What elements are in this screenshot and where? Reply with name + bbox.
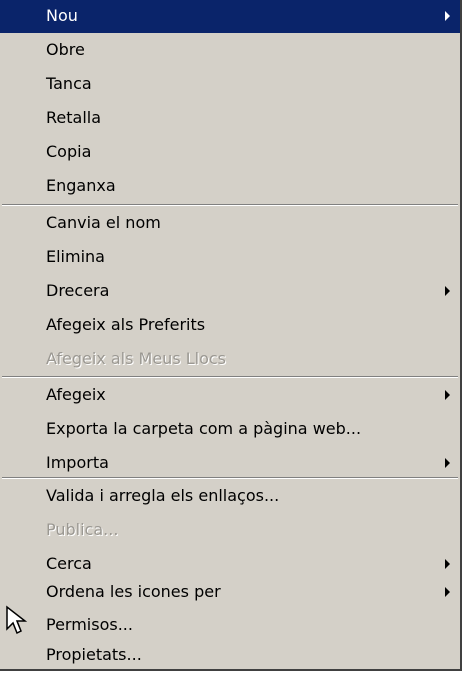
- menu-item-importa[interactable]: Importa: [0, 447, 460, 480]
- menu-item-label: Elimina: [46, 247, 105, 266]
- menu-separator: [2, 477, 458, 479]
- menu-item-label: Tanca: [46, 74, 92, 93]
- menu-item-canvia-el-nom[interactable]: Canvia el nom: [0, 207, 460, 240]
- context-menu: Nou Obre Tanca Retalla Copia Enganxa Can…: [0, 0, 462, 671]
- menu-item-label: Nou: [46, 6, 78, 25]
- menu-separator: [2, 376, 458, 378]
- menu-item-label: Retalla: [46, 108, 102, 127]
- menu-item-publica: Publica...: [0, 514, 460, 547]
- menu-item-obre[interactable]: Obre: [0, 34, 460, 67]
- menu-item-label: Ordena les icones per: [46, 582, 221, 601]
- menu-item-label: Propietats...: [46, 645, 142, 664]
- menu-item-label: Canvia el nom: [46, 213, 161, 232]
- menu-item-elimina[interactable]: Elimina: [0, 241, 460, 274]
- submenu-arrow-icon: [445, 390, 450, 400]
- submenu-arrow-icon: [445, 11, 450, 21]
- submenu-arrow-icon: [445, 559, 450, 569]
- menu-item-label: Copia: [46, 142, 92, 161]
- menu-item-ordena-icones[interactable]: Ordena les icones per: [0, 576, 460, 609]
- menu-item-exporta-carpeta[interactable]: Exporta la carpeta com a pàgina web...: [0, 413, 460, 446]
- menu-item-permisos[interactable]: Permisos...: [0, 609, 460, 642]
- menu-item-label: Afegeix als Meus Llocs: [46, 349, 227, 368]
- menu-separator: [2, 204, 458, 206]
- menu-item-label: Afegeix als Preferits: [46, 315, 206, 334]
- menu-item-afegeix-als-preferits[interactable]: Afegeix als Preferits: [0, 309, 460, 342]
- menu-item-copia[interactable]: Copia: [0, 136, 460, 169]
- menu-item-afegeix-als-meus-llocs: Afegeix als Meus Llocs: [0, 343, 460, 376]
- menu-item-label: Obre: [46, 40, 85, 59]
- menu-item-tanca[interactable]: Tanca: [0, 68, 460, 101]
- menu-item-nou[interactable]: Nou: [0, 0, 460, 33]
- submenu-arrow-icon: [445, 587, 450, 597]
- menu-item-label: Drecera: [46, 281, 110, 300]
- menu-item-label: Afegeix: [46, 385, 106, 404]
- menu-item-retalla[interactable]: Retalla: [0, 102, 460, 135]
- menu-item-label: Importa: [46, 453, 109, 472]
- submenu-arrow-icon: [445, 458, 450, 468]
- menu-item-enganxa[interactable]: Enganxa: [0, 170, 460, 203]
- menu-item-label: Permisos...: [46, 615, 133, 634]
- menu-item-valida-enllacos[interactable]: Valida i arregla els enllaços...: [0, 480, 460, 513]
- menu-item-propietats[interactable]: Propietats...: [0, 639, 460, 672]
- submenu-arrow-icon: [445, 286, 450, 296]
- menu-item-drecera[interactable]: Drecera: [0, 275, 460, 308]
- menu-item-label: Publica...: [46, 520, 119, 539]
- menu-item-afegeix[interactable]: Afegeix: [0, 379, 460, 412]
- mouse-cursor-icon: [6, 605, 28, 635]
- menu-item-label: Enganxa: [46, 176, 116, 195]
- menu-item-label: Cerca: [46, 554, 92, 573]
- menu-item-label: Exporta la carpeta com a pàgina web...: [46, 419, 362, 438]
- menu-item-label: Valida i arregla els enllaços...: [46, 486, 280, 505]
